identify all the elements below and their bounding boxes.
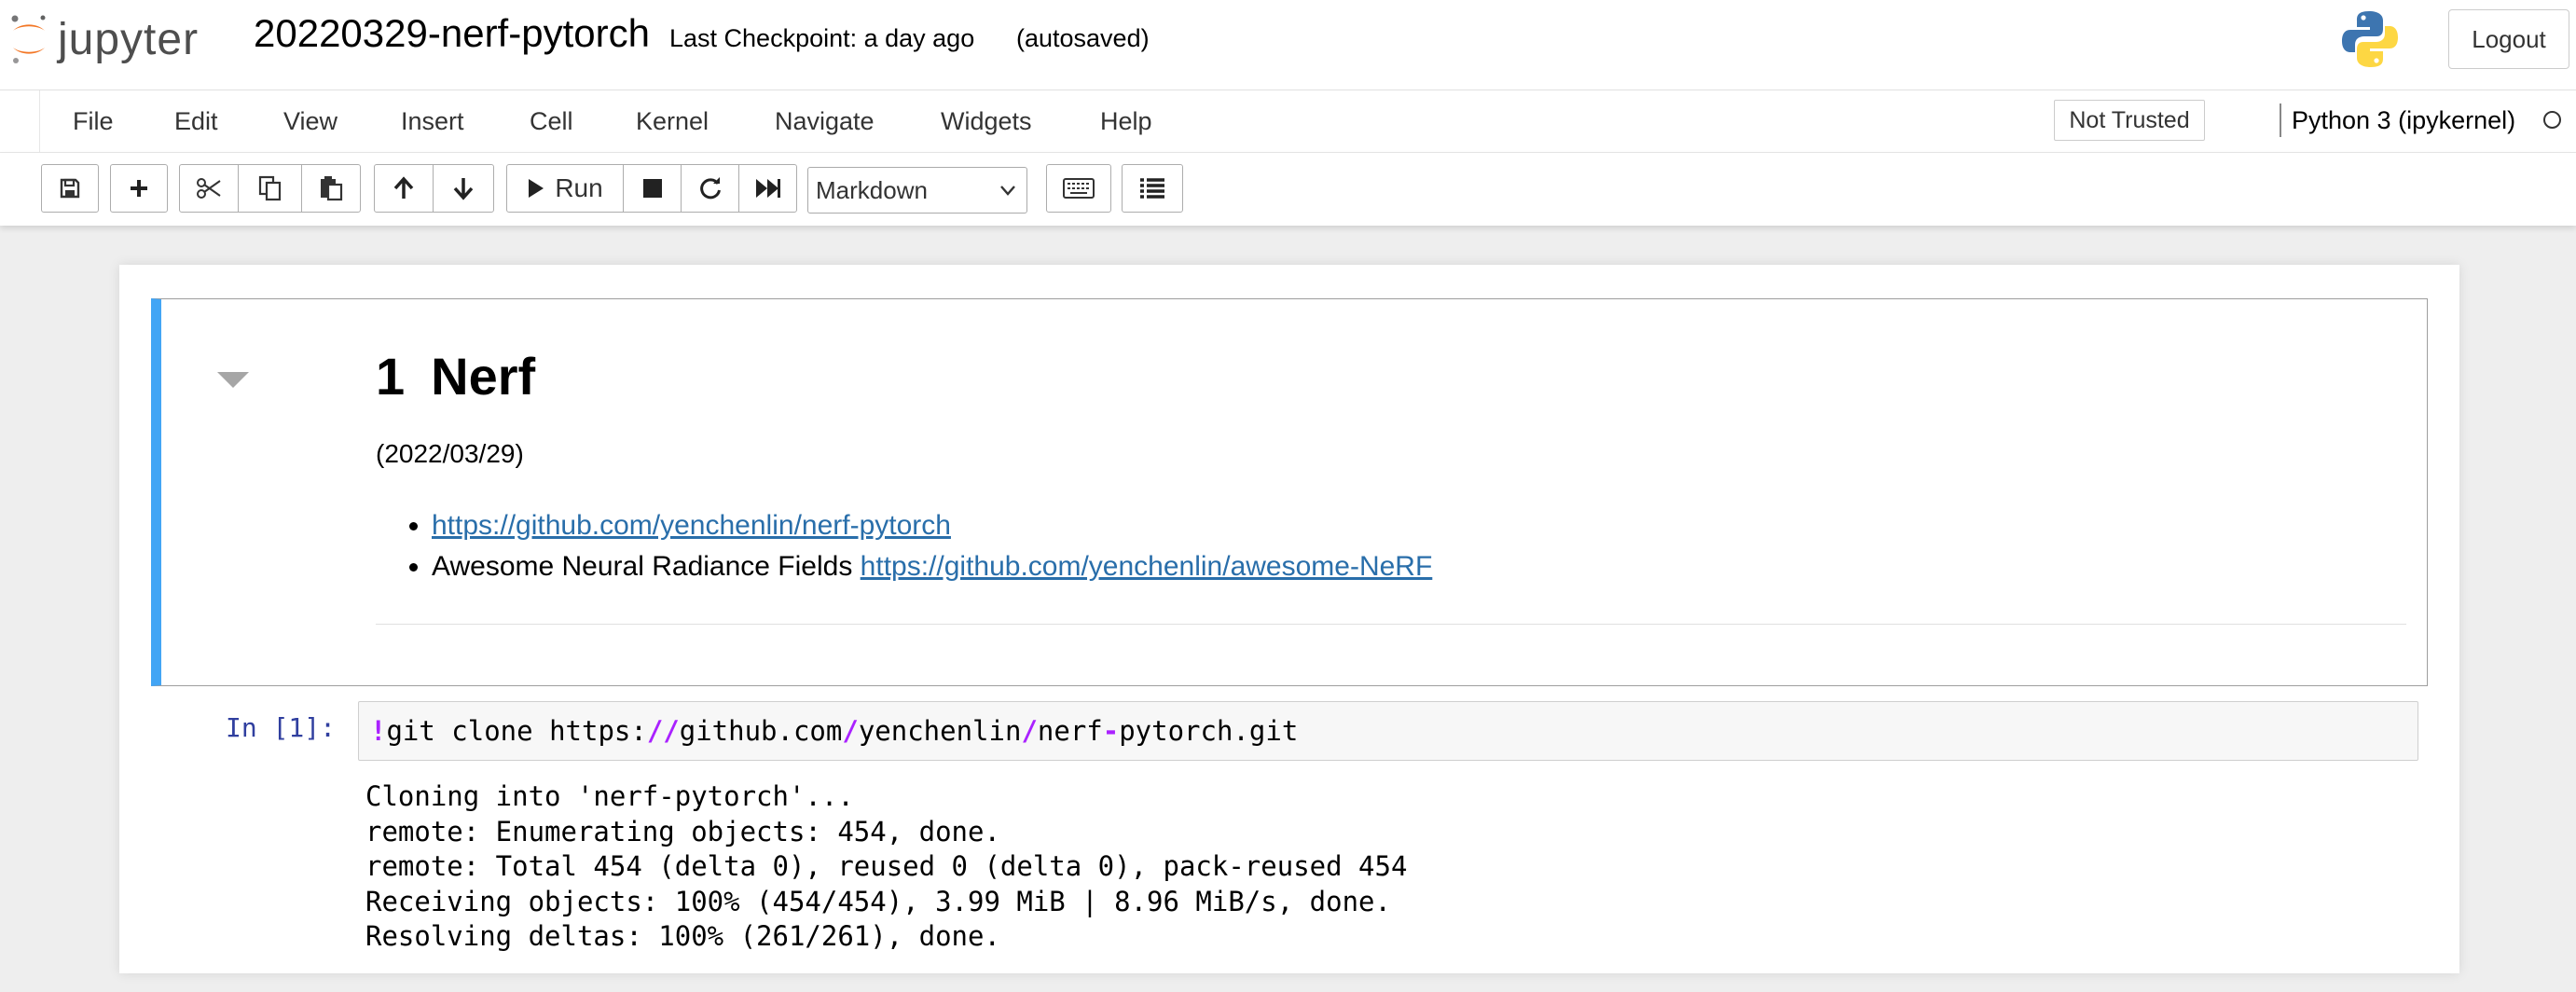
run-label: Run [555, 173, 603, 202]
python-logo-icon [2342, 11, 2398, 67]
stop-icon [642, 179, 662, 198]
cut-icon [197, 178, 221, 199]
code-repo-suffix: pytorch.git [1119, 715, 1299, 747]
cut-button[interactable] [179, 164, 239, 213]
code-cell: In [1]: ! git clone https://github.com / ye… [151, 694, 2428, 992]
restart-run-all-button[interactable] [738, 164, 797, 213]
code-command: git clone https: [386, 715, 647, 747]
copy-icon [258, 175, 281, 201]
code-input[interactable]: ! git clone https://github.com / yenchenlin… [358, 701, 2418, 761]
code-bang: ! [370, 715, 387, 747]
save-button[interactable] [41, 164, 99, 213]
menu-view[interactable]: View [283, 107, 337, 136]
not-trusted-button[interactable]: Not Trusted [2054, 100, 2205, 141]
horizontal-rule [376, 624, 2406, 625]
list-item-text: Awesome Neural Radiance Fields [432, 551, 861, 582]
menu-cell[interactable]: Cell [530, 107, 573, 136]
cell-type-select[interactable]: Markdown [807, 167, 1027, 214]
toolbar: Run Markdown [0, 153, 2576, 226]
code-repo: nerf [1037, 715, 1103, 747]
heading-number: 1 [376, 347, 406, 406]
play-icon [529, 179, 544, 198]
insert-cell-button[interactable] [110, 164, 168, 213]
input-prompt: In [1]: [226, 712, 337, 743]
code-operator: / [1021, 715, 1038, 747]
kernel-divider [2280, 103, 2281, 137]
keyboard-icon [1063, 178, 1095, 199]
restart-icon [699, 177, 721, 200]
restart-button[interactable] [681, 164, 739, 213]
autosave-status: (autosaved) [1016, 24, 1150, 52]
kernel-name[interactable]: Python 3 (ipykernel) [2292, 106, 2515, 135]
menu-file[interactable]: File [73, 107, 114, 136]
copy-button[interactable] [238, 164, 302, 213]
code-operator: - [1102, 715, 1120, 747]
cell-output: Cloning into 'nerf-pytorch'... remote: En… [365, 779, 1407, 955]
table-of-contents-button[interactable] [1122, 164, 1183, 213]
list-item: Awesome Neural Radiance Fields https://g… [432, 551, 1432, 583]
nerf-pytorch-link[interactable]: https://github.com/yenchenlin/nerf-pytor… [432, 510, 951, 541]
jupyter-logo-text: jupyter [58, 14, 200, 64]
menu-help[interactable]: Help [1100, 107, 1152, 136]
menubar: File Edit View Insert Cell Kernel Naviga… [0, 90, 2576, 153]
command-palette-button[interactable] [1046, 164, 1111, 213]
run-button[interactable]: Run [506, 164, 624, 213]
output-line: remote: Enumerating objects: 454, done. [365, 815, 1000, 847]
jupyter-logo[interactable]: jupyter [7, 7, 199, 71]
menu-widgets[interactable]: Widgets [941, 107, 1032, 136]
code-operator: / [842, 715, 859, 747]
output-line: Resolving deltas: 100% (261/261), done. [365, 920, 1000, 952]
menu-insert[interactable]: Insert [401, 107, 464, 136]
list-item: https://github.com/yenchenlin/nerf-pytor… [432, 510, 1432, 542]
code-user: yenchenlin [858, 715, 1022, 747]
date-text: (2022/03/29) [376, 439, 524, 468]
output-line: remote: Total 454 (delta 0), reused 0 (d… [365, 850, 1408, 882]
arrow-down-icon [453, 178, 474, 200]
interrupt-button[interactable] [623, 164, 682, 213]
menubar-divider [39, 90, 40, 152]
paste-button[interactable] [301, 164, 361, 213]
code-operator: // [646, 715, 680, 747]
menu-kernel[interactable]: Kernel [636, 107, 709, 136]
kernel-idle-indicator-icon [2543, 111, 2561, 129]
menu-edit[interactable]: Edit [174, 107, 218, 136]
awesome-nerf-link[interactable]: https://github.com/yenchenlin/awesome-Ne… [861, 551, 1433, 582]
markdown-cell[interactable]: 1 Nerf (2022/03/29) https://github.com/ye… [151, 298, 2428, 686]
logout-button[interactable]: Logout [2448, 9, 2569, 69]
move-up-button[interactable] [374, 164, 434, 213]
plus-icon [131, 180, 147, 197]
paste-icon [321, 176, 343, 201]
checkpoint-status: Last Checkpoint: a day ago [669, 24, 975, 52]
notebook-container: 1 Nerf (2022/03/29) https://github.com/ye… [119, 265, 2459, 973]
move-down-button[interactable] [433, 164, 494, 213]
list-icon [1140, 178, 1164, 199]
fast-forward-icon [755, 179, 780, 198]
save-icon [60, 178, 80, 199]
output-line: Receiving objects: 100% (454/454), 3.99 … [365, 885, 1391, 917]
section-heading: 1 Nerf [376, 346, 535, 406]
menu-navigate[interactable]: Navigate [775, 107, 875, 136]
output-line: Cloning into 'nerf-pytorch'... [365, 780, 854, 812]
arrow-up-icon [393, 176, 414, 199]
collapse-triangle-icon[interactable] [217, 372, 249, 389]
chevron-down-icon [1000, 186, 1015, 196]
code-host: github.com [679, 715, 843, 747]
link-list: https://github.com/yenchenlin/nerf-pytor… [376, 510, 1432, 592]
jupyter-logo-icon [11, 15, 46, 63]
header: jupyter 20220329-nerf-pytorch Last Check… [0, 0, 2576, 90]
notebook-title[interactable]: 20220329-nerf-pytorch [254, 11, 650, 56]
cell-type-value: Markdown [816, 175, 928, 204]
heading-text: Nerf [431, 347, 536, 406]
